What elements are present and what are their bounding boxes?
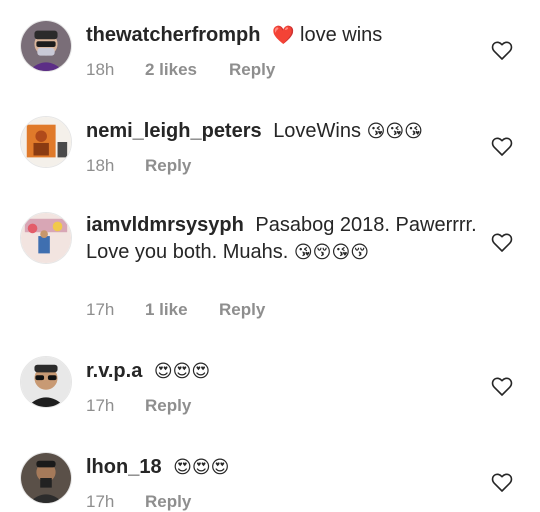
comment-time: 18h (86, 156, 115, 175)
reply-button[interactable]: Reply (219, 300, 265, 320)
comment-text: iamvldmrsysyph Pasabog 2018. Pawerrrr. L… (86, 212, 480, 266)
comment-username[interactable]: nemi_leigh_peters (86, 120, 262, 142)
reply-button[interactable]: Reply (145, 156, 191, 176)
avatar-mirror-selfie-icon (21, 453, 71, 503)
comment-message: LoveWins (273, 120, 361, 142)
avatar-sunglasses-icon (21, 357, 71, 407)
kiss-emoji: 😘😘😘 (366, 121, 423, 142)
reply-button[interactable]: Reply (145, 396, 191, 416)
like-comment-button[interactable] (490, 38, 514, 62)
comment-likes[interactable]: 2 likes (145, 60, 197, 80)
comment-meta: 17h Reply (86, 396, 346, 416)
avatar[interactable] (20, 116, 72, 168)
heart-eyes-emoji: 😍😍😍 (173, 457, 230, 478)
like-comment-button[interactable] (490, 470, 514, 494)
like-comment-button[interactable] (490, 374, 514, 398)
comment-username[interactable]: thewatcherfromph (86, 24, 260, 46)
comment-username[interactable]: iamvldmrsysyph (86, 214, 244, 236)
like-comment-button[interactable] (490, 230, 514, 254)
heart-outline-icon (491, 377, 513, 396)
comment-item: nemi_leigh_peters LoveWins 😘😘😘 18h Reply (0, 96, 540, 192)
reply-button[interactable]: Reply (145, 492, 191, 512)
comment-time: 17h (86, 396, 115, 415)
kiss-emoji: 😘😚😘😚 (293, 242, 369, 263)
comment-meta: 17h 1 like Reply (86, 300, 346, 320)
heart-eyes-emoji: 😍😍😍 (153, 361, 211, 382)
comment-item: lhon_18 😍😍😍 17h Reply (0, 432, 540, 512)
avatar-event-photo-icon (21, 213, 71, 263)
comment-text: nemi_leigh_peters LoveWins 😘😘😘 (86, 118, 480, 145)
comment-text: thewatcherfromph ❤️ love wins (86, 22, 480, 49)
avatar-orange-photo-icon (21, 117, 71, 167)
heart-emoji: ❤️ (272, 25, 295, 46)
avatar[interactable] (20, 356, 72, 408)
avatar[interactable] (20, 20, 72, 72)
comment-time: 18h (86, 60, 115, 79)
comment-item: r.v.p.a 😍😍😍 17h Reply (0, 336, 540, 432)
comment-text: r.v.p.a 😍😍😍 (86, 358, 480, 385)
avatar-person-mask-icon (21, 21, 71, 71)
comment-item: thewatcherfromph ❤️ love wins 18h 2 like… (0, 0, 540, 96)
comment-likes[interactable]: 1 like (145, 300, 188, 320)
heart-outline-icon (491, 41, 513, 60)
comment-message: love wins (300, 24, 383, 46)
like-comment-button[interactable] (490, 134, 514, 158)
comment-username[interactable]: r.v.p.a (86, 360, 142, 382)
comment-time: 17h (86, 300, 115, 319)
comment-meta: 18h Reply (86, 156, 346, 176)
comment-text: lhon_18 😍😍😍 (86, 454, 480, 481)
avatar[interactable] (20, 452, 72, 504)
comment-meta: 17h Reply (86, 492, 346, 512)
comment-time: 17h (86, 492, 115, 511)
reply-button[interactable]: Reply (229, 60, 275, 80)
comment-item: iamvldmrsysyph Pasabog 2018. Pawerrrr. L… (0, 192, 540, 340)
comment-username[interactable]: lhon_18 (86, 456, 162, 478)
avatar[interactable] (20, 212, 72, 264)
comment-meta: 18h 2 likes Reply (86, 60, 346, 80)
heart-outline-icon (491, 137, 513, 156)
heart-outline-icon (491, 473, 513, 492)
heart-outline-icon (491, 233, 513, 252)
